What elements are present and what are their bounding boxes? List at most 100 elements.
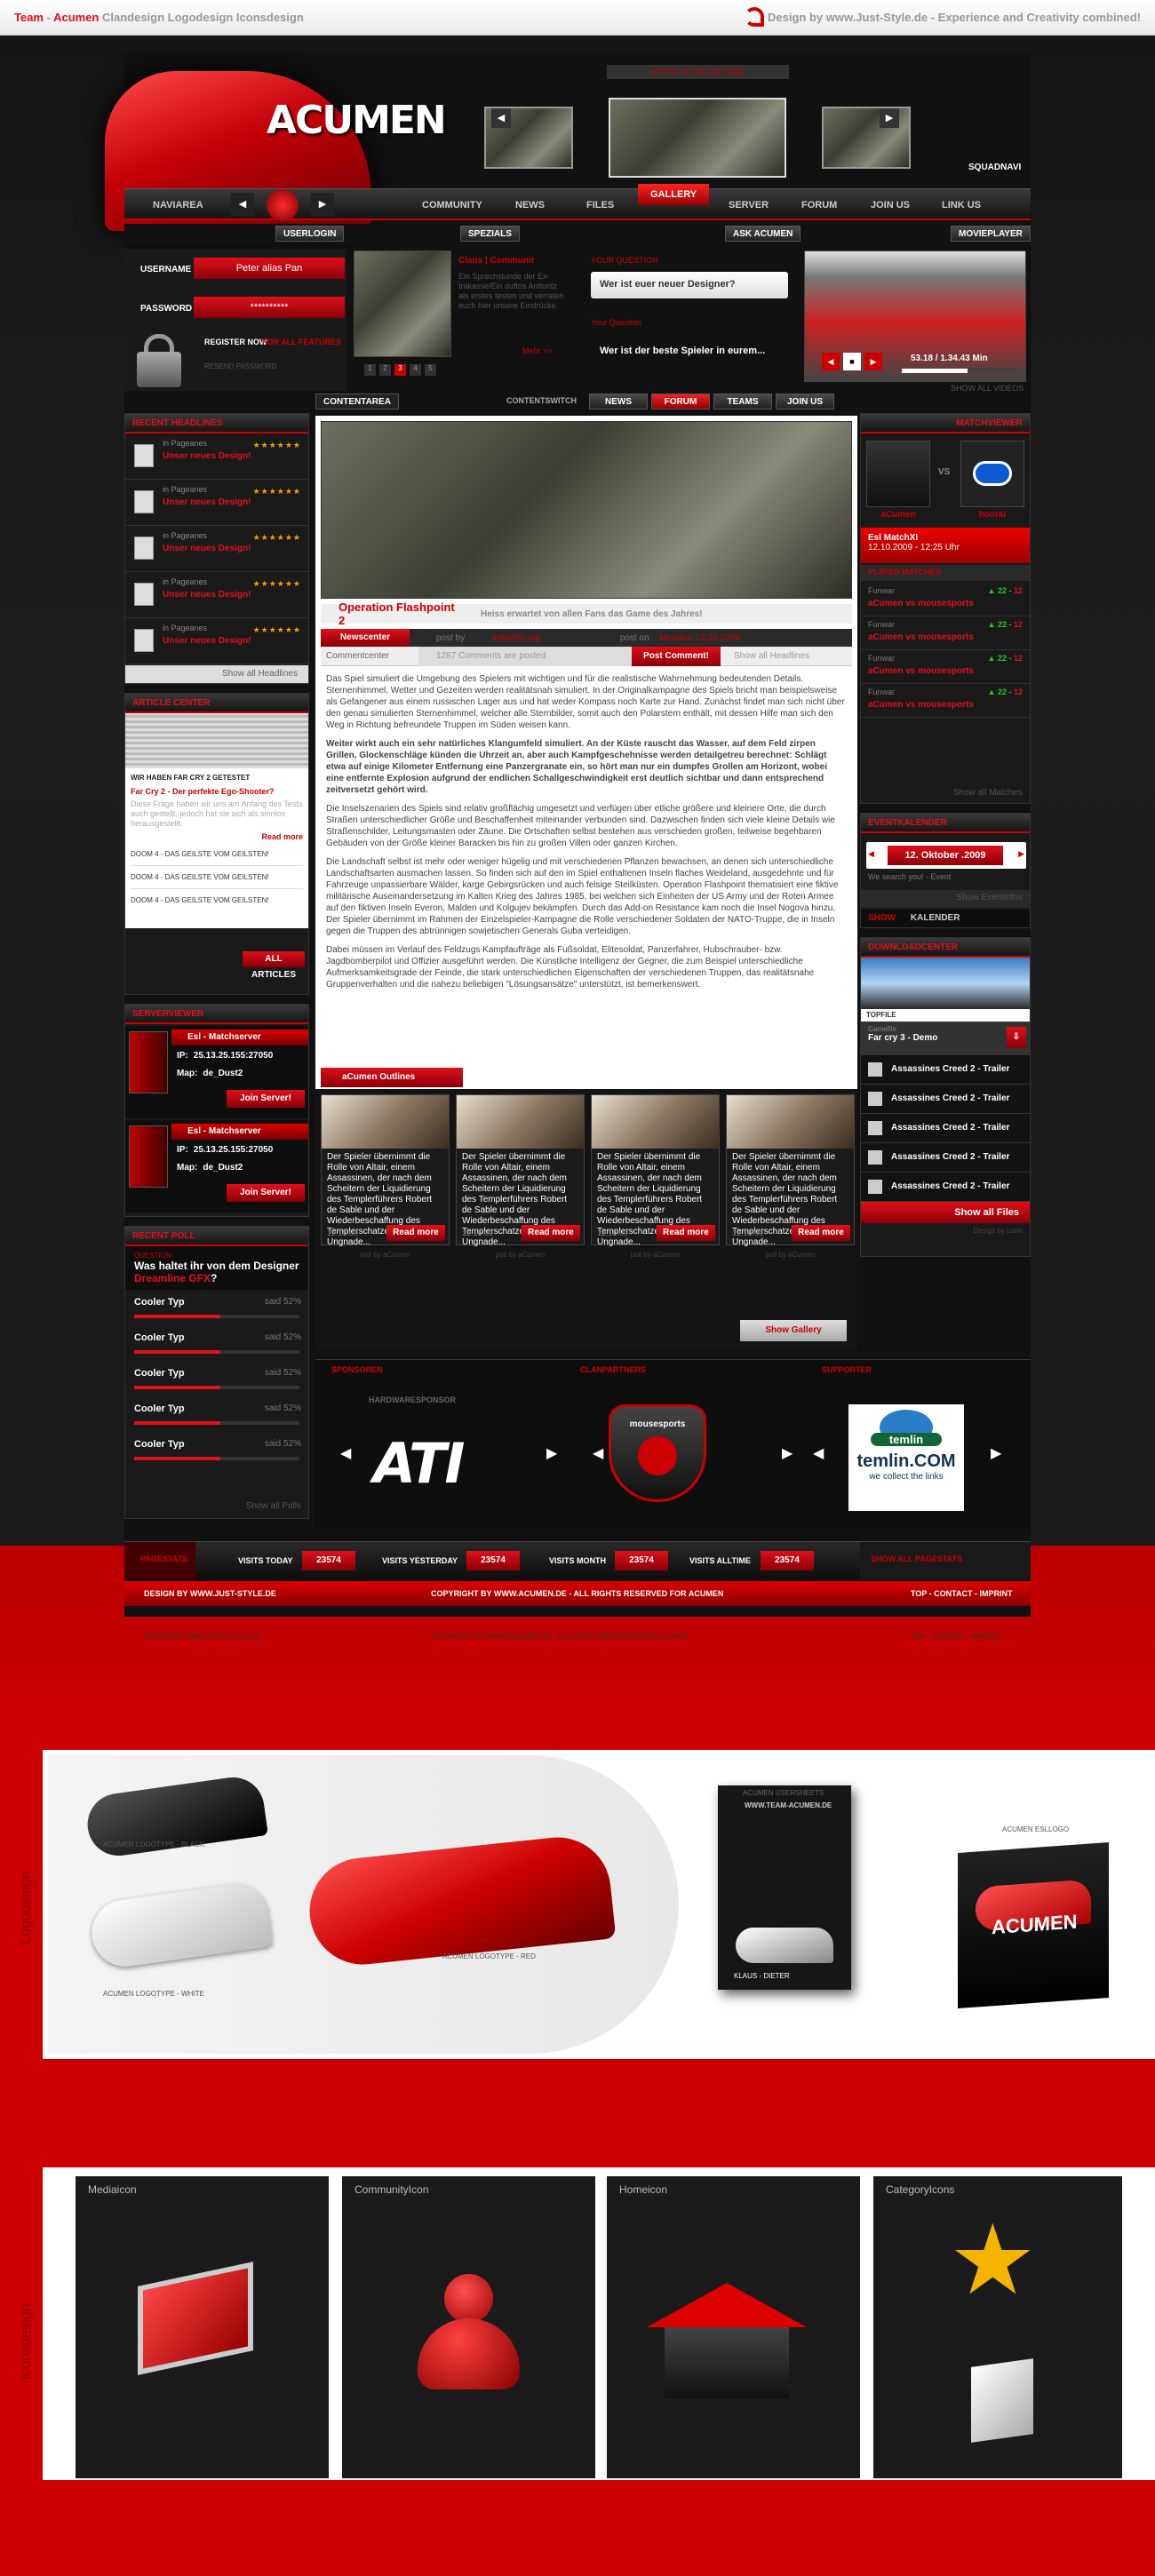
join-server-button[interactable]: Join Server! (227, 1090, 305, 1108)
page-1[interactable]: 1 (364, 364, 376, 376)
download-item[interactable]: Assassines Creed 2 - Trailer (861, 1173, 1030, 1202)
show-all-matches[interactable]: Show all Matches (953, 788, 1023, 798)
nav-item-server[interactable]: SERVER (729, 200, 769, 211)
article-more[interactable]: Read more (131, 832, 303, 841)
download-item[interactable]: Assassines Creed 2 - Trailer (861, 1055, 1030, 1085)
headline-item[interactable]: in Pageanes ★★★★★★ Unser neues Design! (125, 526, 308, 572)
download-banner[interactable] (861, 958, 1030, 1009)
outline-read-more[interactable]: Read more (792, 1225, 850, 1241)
sponsor-next-icon[interactable]: ▶ (546, 1444, 557, 1462)
show-all-polls[interactable]: Show all Polls (246, 1501, 301, 1511)
outline-tile-image[interactable] (727, 1095, 854, 1149)
event-prev-icon[interactable]: ◀ (868, 849, 874, 859)
footer-links[interactable]: TOP - CONTACT - IMPRINT (911, 1589, 1013, 1598)
outline-tile-image[interactable] (592, 1095, 719, 1149)
outline-read-more[interactable]: Read more (386, 1225, 445, 1241)
commentcenter-tab[interactable]: Commentcenter (321, 651, 418, 661)
download-icon[interactable]: ⇩ (1007, 1027, 1026, 1048)
tab-movieplayer[interactable]: MOVIEPLAYER (951, 226, 1031, 242)
poll-option[interactable]: Cooler Typ said 52% (125, 1325, 308, 1361)
gallery-prev-icon[interactable]: ◀ (491, 108, 511, 128)
download-item[interactable]: Assassines Creed 2 - Trailer (861, 1085, 1030, 1114)
outlines-tab[interactable]: Outlines (379, 1072, 415, 1082)
gallery-next-icon[interactable]: ▶ (880, 108, 899, 128)
nav-item-forum[interactable]: FORUM (801, 200, 837, 211)
poll-option[interactable]: Cooler Typ said 52% (125, 1432, 308, 1467)
special-more[interactable]: Mehr >> (522, 346, 553, 355)
special-image[interactable] (354, 250, 451, 357)
password-input[interactable]: ********** (194, 297, 345, 318)
download-item[interactable]: Assassines Creed 2 - Trailer (861, 1114, 1030, 1143)
newscenter-tab[interactable]: Newscenter (321, 629, 410, 647)
username-input[interactable]: Peter alias Pan (194, 258, 345, 279)
nav-item-linkus[interactable]: LINK US (942, 200, 981, 211)
kalender-tab[interactable]: KALENDER (911, 913, 960, 923)
event-next-icon[interactable]: ▶ (1018, 849, 1024, 859)
tab-forum[interactable]: FORUM (651, 394, 710, 409)
article-item[interactable]: DOOM 4 - DAS GEILSTE VOM GEILSTEN! (131, 873, 303, 889)
tab-news[interactable]: NEWS (589, 394, 648, 409)
article-item[interactable]: DOOM 4 - DAS GEILSTE VOM GEILSTEN! (131, 896, 303, 904)
played-match-row[interactable]: Funwar ▲ 22 - 12 aCumen vs mousesports (861, 616, 1030, 650)
supporter-next-icon[interactable]: ▶ (991, 1444, 1001, 1462)
show-all-headlines[interactable]: Show all Headlines (125, 665, 308, 683)
team2-logo[interactable] (960, 441, 1024, 507)
show-tab[interactable]: SHOW (868, 913, 896, 923)
register-link[interactable]: REGISTER NOW (204, 338, 267, 346)
played-match-row[interactable]: Funwar ▲ 22 - 12 aCumen vs mousesports (861, 583, 1030, 616)
join-server-button[interactable]: Join Server! (227, 1184, 305, 1202)
all-articles-button[interactable]: ALL ARTICLES (243, 951, 305, 980)
team1-logo[interactable] (866, 441, 930, 507)
outline-tile[interactable]: Der Spieler übernimmt die Rolle von Alta… (456, 1094, 585, 1247)
nav-item-joinus[interactable]: JOIN US (871, 200, 910, 211)
temlin-logo[interactable]: temlin temlin.COM we collect the links (848, 1404, 964, 1511)
nav-item-files[interactable]: FILES (586, 200, 614, 211)
tab-joinus[interactable]: JOIN US (776, 394, 834, 409)
page-2[interactable]: 2 (379, 364, 391, 376)
show-all-files[interactable]: Show all Files (861, 1202, 1030, 1223)
supporter-prev-icon[interactable]: ◀ (813, 1444, 824, 1462)
headline-item[interactable]: in Pageanes ★★★★★★ Unser neues Design! (125, 433, 308, 480)
page-3[interactable]: 3 (394, 364, 406, 376)
tab-ask[interactable]: ASK ACUMEN (725, 226, 801, 242)
headline-title[interactable]: Unser neues Design! (163, 451, 303, 461)
headline-title[interactable]: Unser neues Design! (163, 590, 303, 600)
movie-stop-icon[interactable]: ■ (843, 353, 861, 370)
sponsor-prev-icon[interactable]: ◀ (340, 1444, 351, 1462)
headline-title[interactable]: Unser neues Design! (163, 544, 303, 553)
post-author[interactable]: miliperlo.org (491, 633, 539, 643)
show-all-pagestats[interactable]: SHOW ALL PAGESTATS (860, 1542, 1031, 1579)
article-image[interactable] (125, 713, 308, 768)
nav-prev-icon[interactable]: ◀ (231, 193, 254, 216)
article-sub[interactable]: Far Cry 2 - Der perfekte Ego-Shooter? (131, 787, 303, 796)
headline-item[interactable]: in Pageanes ★★★★★★ Unser neues Design! (125, 572, 308, 618)
ask-question-1[interactable]: Wer ist euer neuer Designer? (591, 272, 788, 298)
headline-title[interactable]: Unser neues Design! (163, 636, 303, 646)
nav-next-icon[interactable]: ▶ (311, 193, 334, 216)
outline-tile[interactable]: Der Spieler übernimmt die Rolle von Alta… (726, 1094, 855, 1247)
nav-item-community[interactable]: COMMUNITY (422, 200, 482, 211)
gallery-thumb-center[interactable] (609, 98, 786, 178)
show-gallery-button[interactable]: Show Gallery (740, 1320, 847, 1341)
outline-tile-image[interactable] (322, 1095, 449, 1149)
squadnavi-label[interactable]: SQUADNAVI (968, 163, 1021, 172)
headline-title[interactable]: Unser neues Design! (163, 497, 303, 507)
nav-item-gallery[interactable]: GALLERY (638, 184, 710, 205)
played-match-row[interactable]: Funwar ▲ 22 - 12 aCumen vs mousesports (861, 684, 1030, 718)
server-ip[interactable]: 25.13.25.155:27050 (194, 1051, 274, 1061)
outline-tile[interactable]: Der Spieler übernimmt die Rolle von Alta… (591, 1094, 720, 1247)
tab-teams[interactable]: TEAMS (713, 394, 772, 409)
features-link[interactable]: FOR ALL FEATURES (262, 338, 341, 346)
outline-tile[interactable]: Der Spieler übernimmt die Rolle von Alta… (321, 1094, 450, 1247)
news-image[interactable] (321, 421, 852, 599)
poll-option[interactable]: Cooler Typ said 52% (125, 1361, 308, 1396)
server-ip[interactable]: 25.13.25.155:27050 (194, 1145, 274, 1155)
played-match-row[interactable]: Funwar ▲ 22 - 12 aCumen vs mousesports (861, 650, 1030, 684)
mousesports-logo[interactable]: mousesports (609, 1404, 706, 1502)
ati-logo[interactable]: ATI (373, 1431, 465, 1496)
outline-tile-image[interactable] (457, 1095, 584, 1149)
news-title[interactable]: Operation Flashpoint 2 (321, 600, 463, 627)
movie-progress[interactable] (902, 369, 1022, 373)
partner-prev-icon[interactable]: ◀ (593, 1444, 603, 1462)
ask-question-2[interactable]: Wer ist der beste Spieler in eurem... (591, 339, 788, 364)
